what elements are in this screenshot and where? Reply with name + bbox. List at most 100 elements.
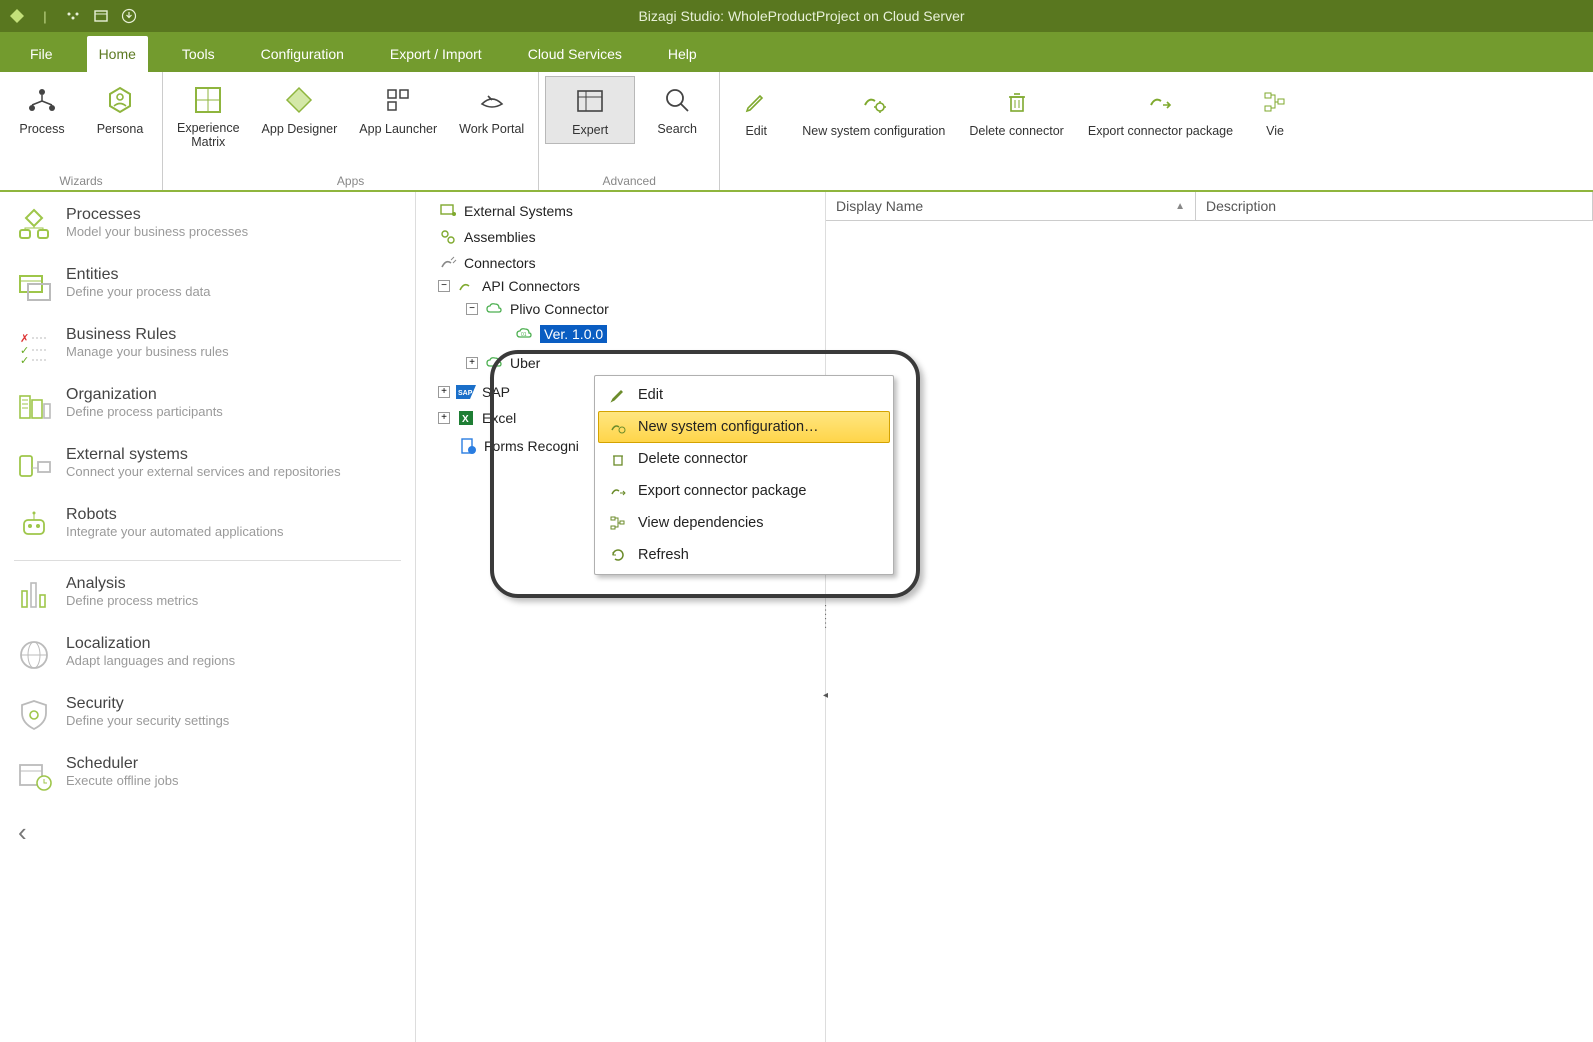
sidebar-item-localization[interactable]: Localization Adapt languages and regions xyxy=(0,625,415,685)
svg-text:✓: ✓ xyxy=(20,355,29,366)
quick-settings-icon[interactable] xyxy=(64,7,82,25)
sidebar-item-entities[interactable]: Entities Define your process data xyxy=(0,256,415,316)
tab-cloud-services[interactable]: Cloud Services xyxy=(516,36,634,72)
ribbon-group-wizards: Process Persona Wizards xyxy=(0,72,163,190)
process-button[interactable]: Process xyxy=(6,76,78,142)
menu-item-delete-connector[interactable]: Delete connector xyxy=(598,443,890,475)
robots-icon xyxy=(14,506,54,546)
app-designer-button[interactable]: App Designer xyxy=(254,76,346,142)
tree-node-excel[interactable]: + X Excel xyxy=(438,408,516,428)
tree-node-connectors[interactable]: Connectors xyxy=(420,253,536,273)
cloud-icon xyxy=(484,353,504,373)
collapse-icon[interactable]: − xyxy=(438,280,450,292)
monitor-icon xyxy=(438,201,458,221)
experience-matrix-button[interactable]: ExperienceMatrix xyxy=(169,76,248,156)
delete-connector-button[interactable]: Delete connector xyxy=(961,78,1072,144)
sidebar-item-label: Business Rules xyxy=(66,326,229,344)
tree-label-selected: Ver. 1.0.0 xyxy=(540,325,607,343)
ribbon-group-advanced: Expert Search Advanced xyxy=(539,72,720,190)
collapse-icon[interactable]: − xyxy=(466,303,478,315)
sidebar-back-button[interactable]: ‹ xyxy=(0,805,415,860)
sidebar-item-label: Organization xyxy=(66,386,223,404)
persona-button[interactable]: Persona xyxy=(84,76,156,142)
cloud-icon xyxy=(484,299,504,319)
tab-configuration[interactable]: Configuration xyxy=(249,36,356,72)
tree-icon xyxy=(608,513,628,533)
divider-icon: | xyxy=(36,7,54,25)
window-title: Bizagi Studio: WholeProductProject on Cl… xyxy=(138,8,1465,24)
view-dependencies-button-cut[interactable]: Vie xyxy=(1249,78,1301,144)
app-launcher-button[interactable]: App Launcher xyxy=(351,76,445,142)
svg-text:01: 01 xyxy=(521,332,527,338)
form-icon xyxy=(458,436,478,456)
menu-label: Export connector package xyxy=(638,483,806,499)
tree-node-version-selected[interactable]: 01 Ver. 1.0.0 xyxy=(494,324,607,344)
expand-icon[interactable]: + xyxy=(438,412,450,424)
sidebar-item-security[interactable]: Security Define your security settings xyxy=(0,685,415,745)
sidebar-item-sub: Define process metrics xyxy=(66,593,198,608)
tab-tools[interactable]: Tools xyxy=(170,36,227,72)
tab-home[interactable]: Home xyxy=(87,36,148,72)
sidebar: Processes Model your business processes … xyxy=(0,192,416,1042)
tab-file[interactable]: File xyxy=(18,36,65,72)
plug-gear-icon xyxy=(856,84,892,120)
organization-icon xyxy=(14,386,54,426)
new-system-config-label: New system configuration xyxy=(802,124,945,138)
edit-button[interactable]: Edit xyxy=(726,78,786,144)
experience-matrix-label: ExperienceMatrix xyxy=(177,122,240,150)
pencil-icon xyxy=(608,385,628,405)
menu-item-view-dependencies[interactable]: View dependencies xyxy=(598,507,890,539)
sidebar-item-scheduler[interactable]: Scheduler Execute offline jobs xyxy=(0,745,415,805)
menu-label: Refresh xyxy=(638,547,689,563)
sidebar-item-business-rules[interactable]: ✗✓✓ Business Rules Manage your business … xyxy=(0,316,415,376)
sidebar-item-external-systems[interactable]: External systems Connect your external s… xyxy=(0,436,415,496)
sidebar-divider xyxy=(14,560,401,561)
sidebar-item-label: Robots xyxy=(66,506,284,524)
ribbon-context-actions: Edit New system configuration Delete con… xyxy=(720,72,1307,190)
search-button[interactable]: Search xyxy=(641,76,713,142)
sidebar-item-robots[interactable]: Robots Integrate your automated applicat… xyxy=(0,496,415,556)
menu-item-new-system-config[interactable]: New system configuration… xyxy=(598,411,890,443)
sidebar-item-sub: Integrate your automated applications xyxy=(66,524,284,539)
expert-button[interactable]: Expert xyxy=(545,76,635,144)
sidebar-item-label: Scheduler xyxy=(66,755,179,773)
tree-node-sap[interactable]: + SAP SAP xyxy=(438,382,510,402)
ribbon: Process Persona Wizards ExperienceMatrix xyxy=(0,72,1593,192)
tree-node-assemblies[interactable]: Assemblies xyxy=(420,227,536,247)
plug-gear-icon xyxy=(608,417,628,437)
sidebar-item-analysis[interactable]: Analysis Define process metrics xyxy=(0,565,415,625)
tree-node-plivo[interactable]: − Plivo Connector xyxy=(466,299,609,319)
menu-item-edit[interactable]: Edit xyxy=(598,379,890,411)
column-headers: Display Name ▲ Description xyxy=(826,192,1593,221)
expand-icon[interactable]: + xyxy=(438,386,450,398)
processes-icon xyxy=(14,206,54,246)
cloud-version-icon: 01 xyxy=(514,324,534,344)
quick-download-icon[interactable] xyxy=(120,7,138,25)
quick-window-icon[interactable] xyxy=(92,7,110,25)
sidebar-item-sub: Manage your business rules xyxy=(66,344,229,359)
new-system-config-button[interactable]: New system configuration xyxy=(794,78,953,144)
tab-help[interactable]: Help xyxy=(656,36,709,72)
tree-node-forms-recognizer[interactable]: Forms Recogni xyxy=(438,436,579,456)
sidebar-item-label: Entities xyxy=(66,266,211,284)
sidebar-item-organization[interactable]: Organization Define process participants xyxy=(0,376,415,436)
tab-export-import[interactable]: Export / Import xyxy=(378,36,494,72)
expand-icon[interactable]: + xyxy=(466,357,478,369)
col-label: Display Name xyxy=(836,198,923,214)
edit-label: Edit xyxy=(745,124,767,138)
work-portal-button[interactable]: Work Portal xyxy=(451,76,532,142)
export-connector-package-button[interactable]: Export connector package xyxy=(1080,78,1241,144)
column-display-name[interactable]: Display Name ▲ xyxy=(826,192,1196,220)
tree-node-uber[interactable]: + Uber xyxy=(466,353,540,373)
sidebar-item-label: Processes xyxy=(66,206,248,224)
menu-item-export-connector-package[interactable]: Export connector package xyxy=(598,475,890,507)
sidebar-item-label: Analysis xyxy=(66,575,198,593)
tree-label: Plivo Connector xyxy=(510,301,609,317)
expert-icon xyxy=(572,83,608,119)
tree-node-api-connectors[interactable]: − API Connectors xyxy=(438,276,580,296)
menu-item-refresh[interactable]: Refresh xyxy=(598,539,890,571)
column-description[interactable]: Description xyxy=(1196,192,1593,220)
sidebar-item-processes[interactable]: Processes Model your business processes xyxy=(0,196,415,256)
tree-node-external-systems[interactable]: External Systems xyxy=(420,201,573,221)
tree-icon xyxy=(1257,84,1293,120)
